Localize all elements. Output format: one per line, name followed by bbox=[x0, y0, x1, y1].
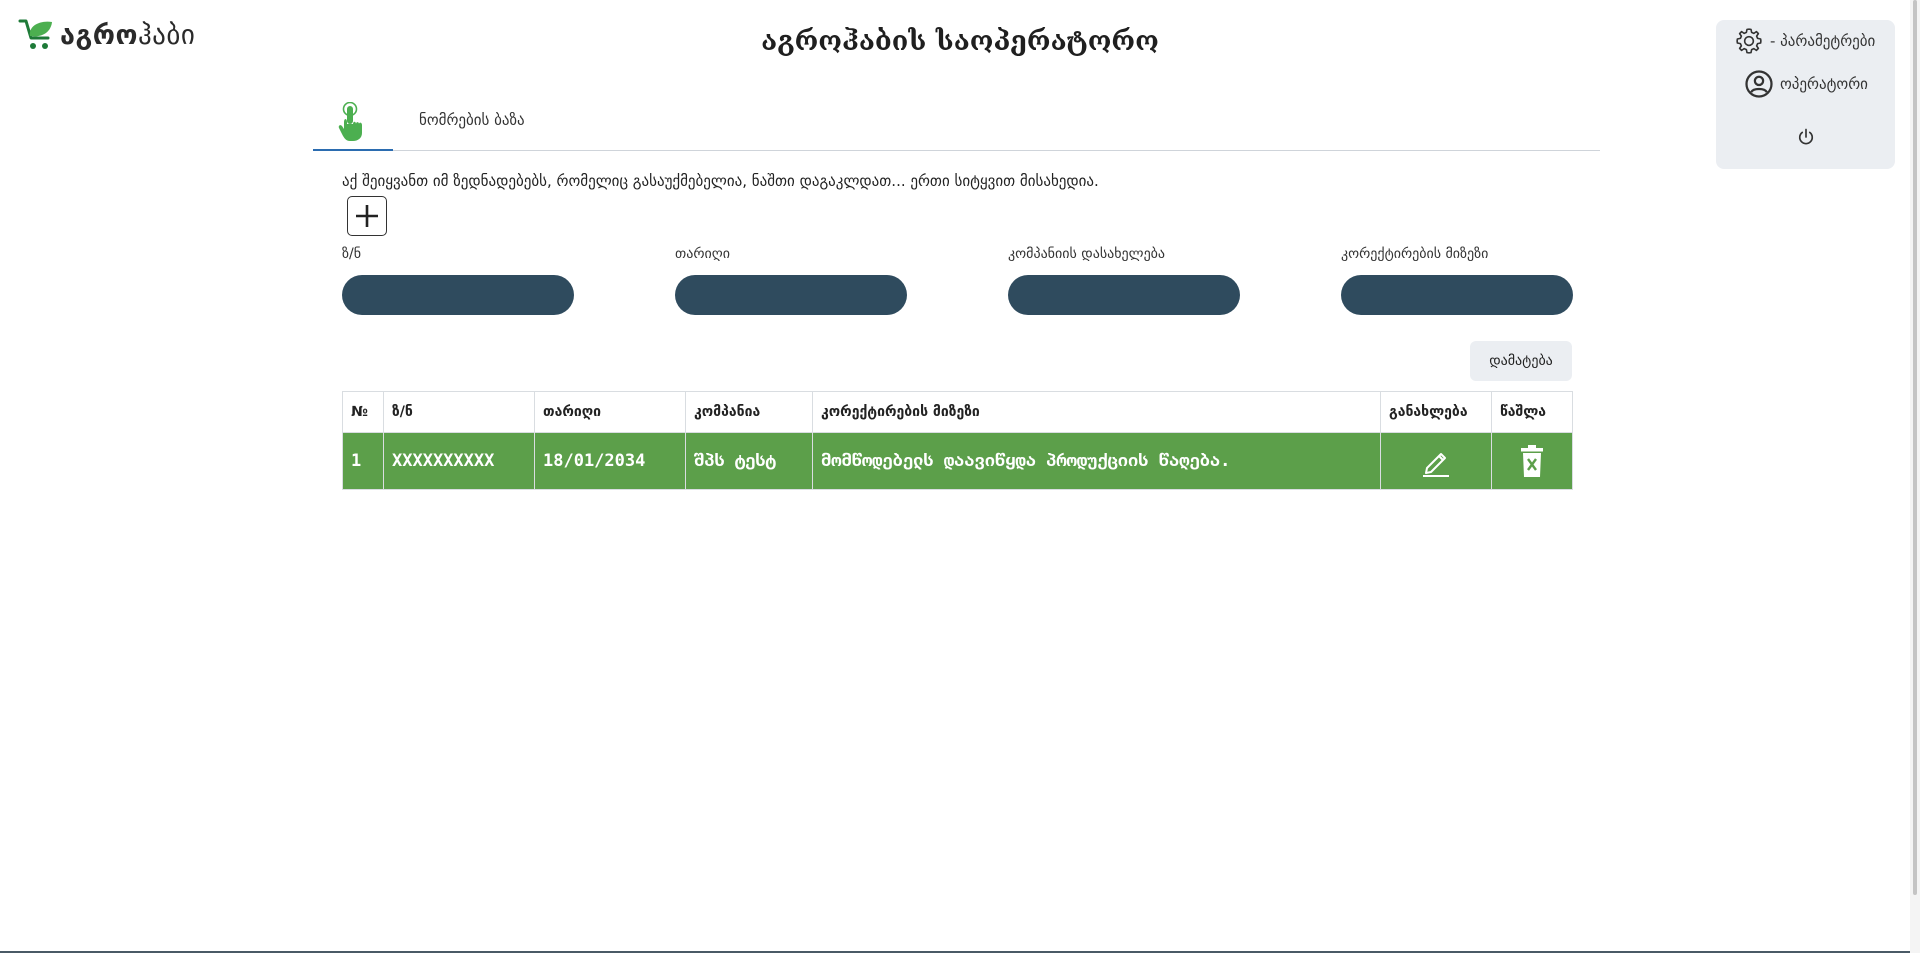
user-panel: - პარამეტრები ოპერატორი bbox=[1716, 20, 1895, 169]
col-header-invoice: ზ/ნ bbox=[383, 391, 535, 433]
operator-profile[interactable]: ოპერატორი bbox=[1744, 69, 1868, 99]
expand-form-button[interactable] bbox=[347, 196, 387, 236]
instructions-text: აქ შეიყვანთ იმ ზედნადებებს, რომელიც გასა… bbox=[342, 172, 1099, 190]
col-header-update: განახლება bbox=[1380, 391, 1492, 433]
col-header-company: კომპანია bbox=[685, 391, 813, 433]
cell-company: შპს ტესტ bbox=[685, 432, 813, 490]
corrections-table: № ზ/ნ თარიღი კომპანია კორექტირების მიზეზ… bbox=[342, 391, 1573, 490]
tab-active[interactable] bbox=[313, 96, 393, 151]
invoice-label: ზ/ნ bbox=[342, 246, 362, 262]
delete-button[interactable] bbox=[1491, 432, 1573, 490]
correction-reason-input[interactable] bbox=[1341, 275, 1573, 315]
col-header-number: № bbox=[342, 391, 384, 433]
cell-number: 1 bbox=[342, 432, 384, 490]
date-input[interactable] bbox=[675, 275, 907, 315]
add-button[interactable]: დამატება bbox=[1470, 341, 1572, 381]
tab-numbers-database[interactable]: ნომრების ბაზა bbox=[419, 111, 525, 129]
logout-button[interactable] bbox=[1796, 127, 1816, 147]
scrollbar-thumb[interactable] bbox=[1913, 0, 1917, 895]
edit-button[interactable] bbox=[1380, 432, 1492, 490]
settings-label: - პარამეტრები bbox=[1770, 32, 1876, 50]
cell-reason: მომწოდებელს დაავიწყდა პროდუქციის წაღება. bbox=[812, 432, 1381, 490]
hand-pointer-icon bbox=[338, 102, 362, 141]
trash-icon bbox=[1521, 445, 1543, 477]
date-label: თარიღი bbox=[675, 246, 730, 262]
pencil-icon bbox=[1423, 453, 1449, 477]
table-row: 1 XXXXXXXXXX 18/01/2034 შპს ტესტ მომწოდე… bbox=[342, 432, 1573, 490]
user-circle-icon bbox=[1745, 70, 1773, 98]
tab-bar: ნომრების ბაზა bbox=[313, 96, 1600, 151]
vertical-scrollbar[interactable] bbox=[1910, 0, 1920, 953]
company-name-label: კომპანიის დასახელება bbox=[1008, 246, 1166, 262]
cell-date: 18/01/2034 bbox=[534, 432, 686, 490]
page-title: აგროჰაბის საოპერატორო bbox=[761, 26, 1159, 57]
col-header-delete: წაშლა bbox=[1491, 391, 1573, 433]
company-name-input[interactable] bbox=[1008, 275, 1240, 315]
power-icon bbox=[1798, 128, 1814, 145]
invoice-input[interactable] bbox=[342, 275, 574, 315]
col-header-reason: კორექტირების მიზეზი bbox=[812, 391, 1381, 433]
col-header-date: თარიღი bbox=[534, 391, 686, 433]
plus-icon bbox=[356, 205, 378, 227]
cell-invoice: XXXXXXXXXX bbox=[383, 432, 535, 490]
gear-icon bbox=[1736, 28, 1762, 54]
correction-reason-label: კორექტირების მიზეზი bbox=[1341, 246, 1489, 262]
settings-link[interactable]: - პარამეტრები bbox=[1734, 26, 1875, 56]
table-header-row: № ზ/ნ თარიღი კომპანია კორექტირების მიზეზ… bbox=[342, 391, 1573, 433]
operator-label: ოპერატორი bbox=[1780, 75, 1868, 93]
